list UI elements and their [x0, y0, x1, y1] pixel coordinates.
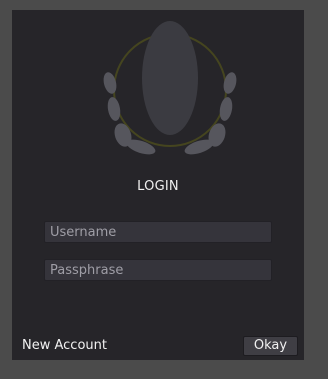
new-account-link[interactable]: New Account	[22, 338, 107, 353]
login-title: LOGIN	[137, 179, 179, 194]
okay-button[interactable]: Okay	[243, 336, 298, 356]
login-window: LOGIN New Account Okay	[12, 10, 304, 360]
brain-emblem-icon	[103, 21, 237, 155]
passphrase-input[interactable]	[44, 259, 272, 281]
app-background: LOGIN New Account Okay	[0, 0, 328, 379]
username-input[interactable]	[44, 221, 272, 243]
